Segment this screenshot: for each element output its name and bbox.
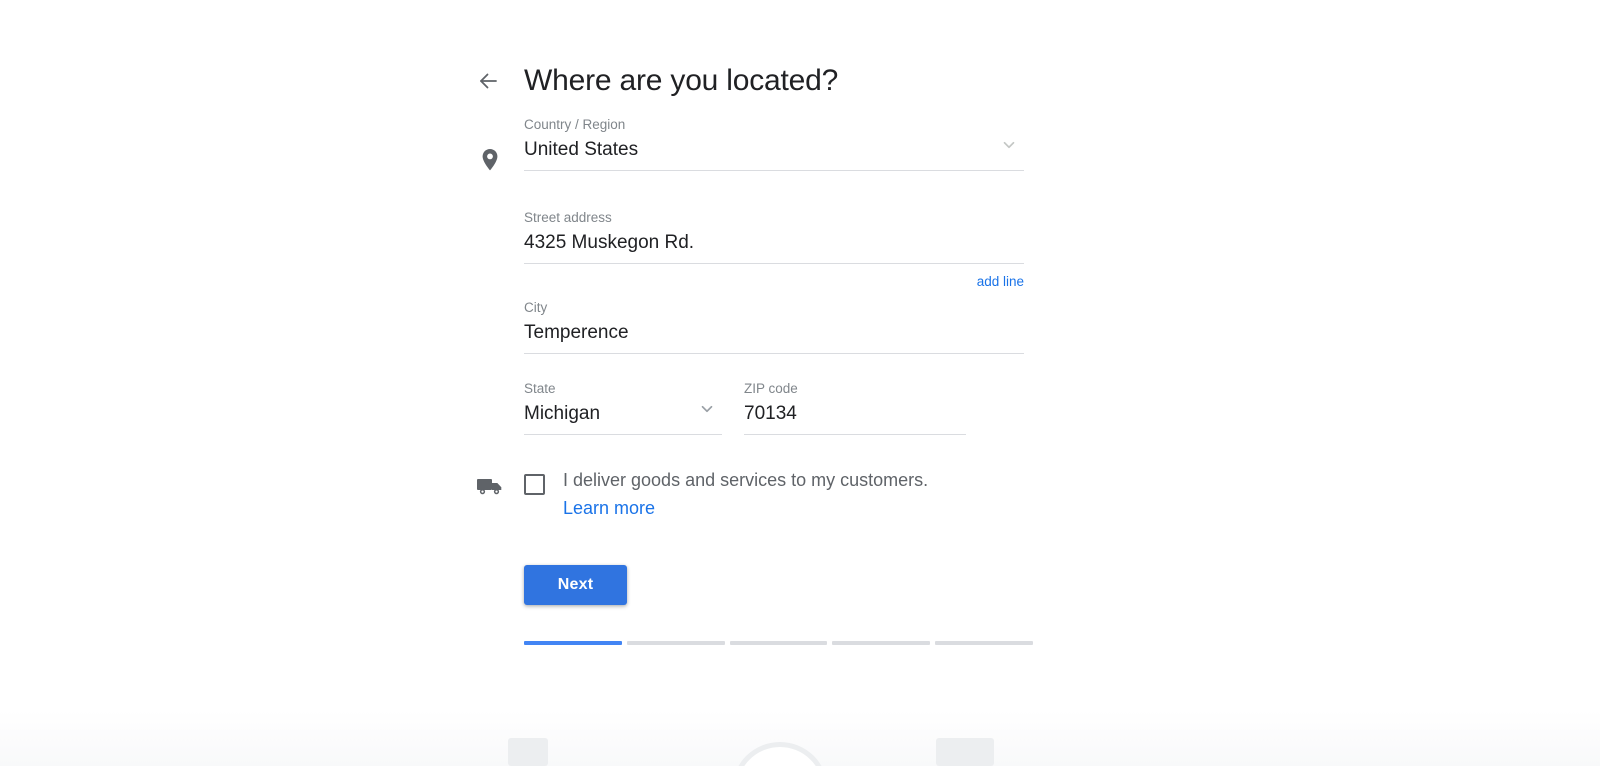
bottom-placeholder-left bbox=[508, 738, 548, 766]
delivery-label: I deliver goods and services to my custo… bbox=[563, 466, 928, 494]
delivery-truck-icon bbox=[476, 474, 504, 498]
country-underline bbox=[524, 170, 1024, 171]
city-underline bbox=[524, 353, 1024, 354]
state-underline bbox=[524, 434, 722, 435]
location-pin-icon bbox=[476, 146, 504, 174]
learn-more-link[interactable]: Learn more bbox=[563, 494, 655, 522]
zip-code-value: 70134 bbox=[744, 400, 966, 434]
city-field[interactable]: City Temperence bbox=[524, 295, 1024, 354]
progress-indicator bbox=[524, 641, 1033, 645]
state-value: Michigan bbox=[524, 400, 722, 434]
city-label: City bbox=[524, 299, 1024, 317]
delivery-option-row: I deliver goods and services to my custo… bbox=[524, 466, 1044, 522]
delivery-checkbox[interactable] bbox=[524, 474, 545, 495]
delivery-text-group: I deliver goods and services to my custo… bbox=[563, 466, 928, 522]
add-line-row: add line bbox=[524, 274, 1024, 289]
country-field[interactable]: Country / Region United States bbox=[524, 112, 1024, 171]
add-line-link[interactable]: add line bbox=[977, 274, 1024, 289]
street-address-label: Street address bbox=[524, 209, 1024, 227]
state-label: State bbox=[524, 380, 722, 398]
progress-segment-3 bbox=[730, 641, 828, 645]
state-zip-row: State Michigan ZIP code 70134 bbox=[524, 376, 1024, 435]
page-title: Where are you located? bbox=[524, 64, 838, 98]
back-button[interactable] bbox=[470, 63, 506, 99]
country-row: Country / Region United States bbox=[524, 112, 1024, 171]
city-value: Temperence bbox=[524, 319, 1024, 353]
location-setup-page: Where are you located? Country / Region … bbox=[0, 0, 1600, 766]
country-label: Country / Region bbox=[524, 116, 1024, 134]
country-value: United States bbox=[524, 136, 1024, 170]
street-address-value: 4325 Muskegon Rd. bbox=[524, 229, 1024, 263]
progress-segment-2 bbox=[627, 641, 725, 645]
state-field[interactable]: State Michigan bbox=[524, 376, 722, 435]
progress-segment-5 bbox=[935, 641, 1033, 645]
bottom-placeholder-right bbox=[936, 738, 994, 766]
arrow-left-icon bbox=[476, 69, 500, 93]
zip-code-underline bbox=[744, 434, 966, 435]
progress-segment-1 bbox=[524, 641, 622, 645]
zip-code-field[interactable]: ZIP code 70134 bbox=[744, 376, 966, 435]
street-address-field[interactable]: Street address 4325 Muskegon Rd. bbox=[524, 205, 1024, 264]
page-header: Where are you located? bbox=[470, 44, 838, 118]
next-button[interactable]: Next bbox=[524, 565, 627, 605]
address-form: Country / Region United States Street ad… bbox=[524, 112, 1024, 435]
zip-code-label: ZIP code bbox=[744, 380, 966, 398]
street-address-underline bbox=[524, 263, 1024, 264]
progress-segment-4 bbox=[832, 641, 930, 645]
